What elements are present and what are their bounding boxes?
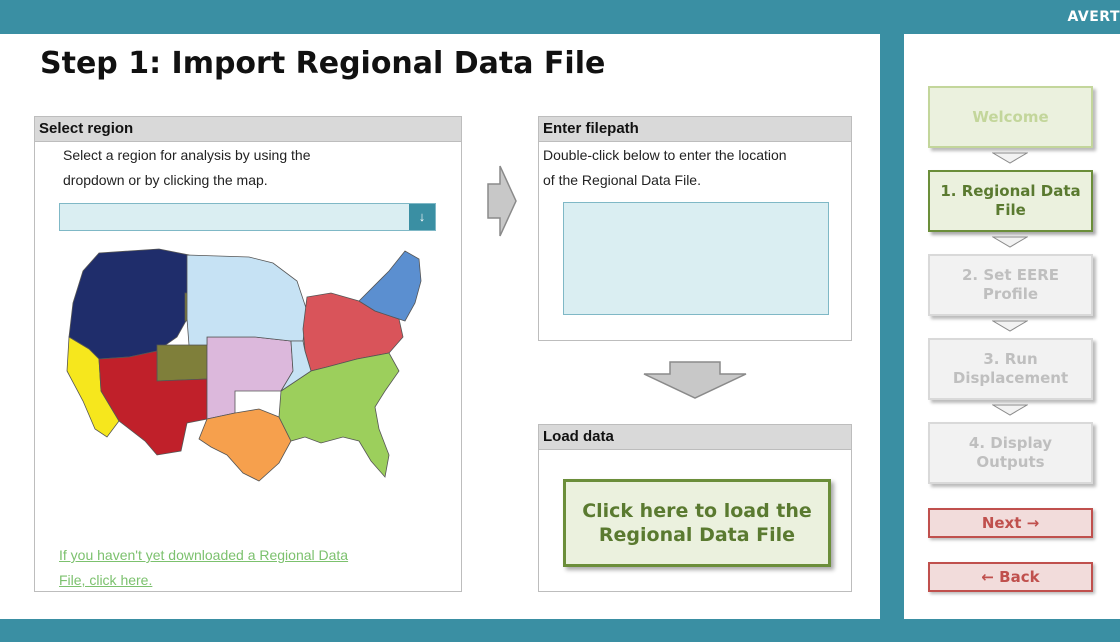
step-navigation-panel: Welcome 1. Regional Data File 2. Set EER…: [904, 34, 1120, 619]
enter-filepath-header: Enter filepath: [539, 117, 851, 142]
chevron-down-icon: [992, 236, 1028, 248]
instructions-line-1: Select a region for analysis by using th…: [63, 147, 311, 163]
load-data-header: Load data: [539, 425, 851, 450]
nav-step-1-line-1: 1. Regional Data: [940, 182, 1081, 200]
filepath-input[interactable]: [563, 202, 829, 315]
nav-step-set-eere-profile[interactable]: 2. Set EERE Profile: [928, 254, 1093, 316]
top-bar: AVERT: [0, 0, 1120, 34]
main-content: Step 1: Import Regional Data File Select…: [0, 34, 880, 619]
download-link-line-2[interactable]: File, click here.: [59, 568, 348, 593]
download-regional-data-link[interactable]: If you haven't yet downloaded a Regional…: [59, 543, 348, 593]
select-region-instructions: Select a region for analysis by using th…: [63, 143, 310, 193]
chevron-down-icon: [992, 320, 1028, 332]
nav-step-welcome[interactable]: Welcome: [928, 86, 1093, 148]
nav-step-2-line-1: 2. Set EERE: [961, 266, 1060, 284]
region-northwest[interactable]: [68, 248, 190, 360]
filepath-instructions-line-1: Double-click below to enter the location: [543, 147, 787, 163]
load-data-panel: Load data Click here to load the Regiona…: [538, 424, 852, 592]
load-button-line-1: Click here to load the: [582, 500, 812, 522]
load-regional-data-button[interactable]: Click here to load the Regional Data Fil…: [563, 479, 831, 567]
select-region-panel: Select region Select a region for analys…: [34, 116, 462, 592]
filepath-instructions: Double-click below to enter the location…: [543, 143, 787, 193]
nav-step-display-outputs[interactable]: 4. Display Outputs: [928, 422, 1093, 484]
nav-step-4-line-2: Outputs: [976, 453, 1045, 471]
chevron-down-icon: [992, 152, 1028, 164]
nav-step-2-line-2: Profile: [982, 285, 1039, 303]
nav-step-3-line-1: 3. Run: [983, 350, 1038, 368]
app-brand: AVERT: [1067, 9, 1120, 25]
enter-filepath-panel: Enter filepath Double-click below to ent…: [538, 116, 852, 341]
region-upper-midwest[interactable]: [186, 254, 308, 346]
select-region-header: Select region: [35, 117, 461, 142]
page-title: Step 1: Import Regional Data File: [40, 46, 606, 81]
region-dropdown[interactable]: ↓: [59, 203, 436, 231]
nav-step-1-line-2: File: [995, 201, 1026, 219]
bottom-bar: [0, 619, 1120, 642]
instructions-line-2: dropdown or by clicking the map.: [63, 172, 268, 188]
load-button-line-2: Regional Data File: [598, 524, 796, 546]
down-arrow-icon: [643, 361, 747, 399]
nav-step-regional-data-file[interactable]: 1. Regional Data File: [928, 170, 1093, 232]
back-button[interactable]: ← Back: [928, 562, 1093, 592]
chevron-down-icon: [992, 404, 1028, 416]
next-button[interactable]: Next →: [928, 508, 1093, 538]
us-region-map[interactable]: [59, 241, 439, 503]
arrow-down-icon[interactable]: ↓: [409, 204, 435, 230]
region-texas[interactable]: [198, 408, 292, 482]
right-arrow-icon: [487, 165, 517, 237]
nav-step-3-line-2: Displacement: [952, 369, 1069, 387]
download-link-line-1[interactable]: If you haven't yet downloaded a Regional…: [59, 543, 348, 568]
nav-step-4-line-1: 4. Display: [968, 434, 1053, 452]
filepath-instructions-line-2: of the Regional Data File.: [543, 172, 701, 188]
nav-step-run-displacement[interactable]: 3. Run Displacement: [928, 338, 1093, 400]
